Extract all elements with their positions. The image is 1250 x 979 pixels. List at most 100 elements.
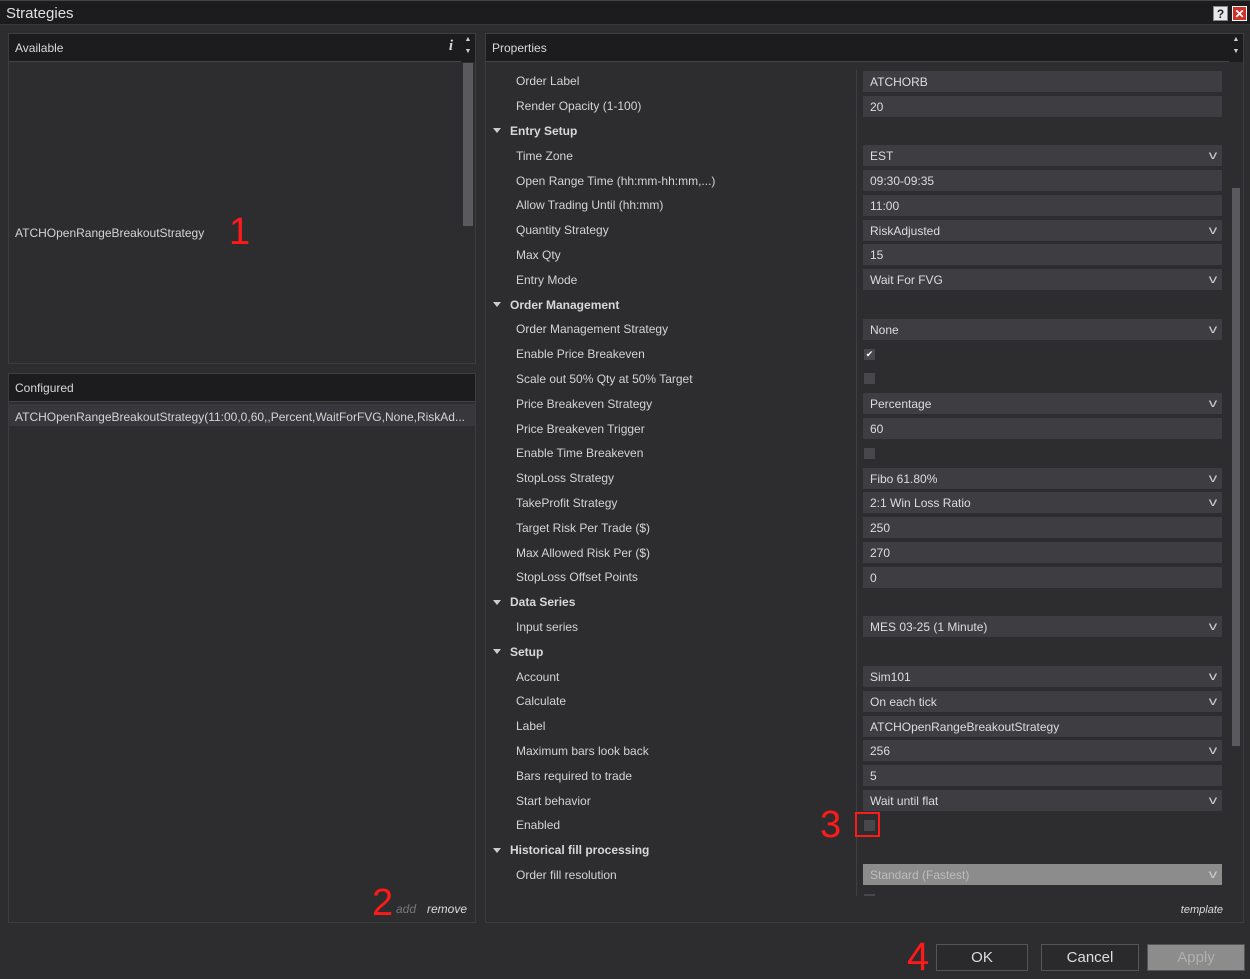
property-label: Price Breakeven Trigger <box>516 421 645 436</box>
property-row: Account Sim101 v <box>486 664 1223 689</box>
property-select[interactable]: Wait until flat v <box>863 790 1222 812</box>
property-input[interactable]: ATCHORB <box>863 70 1222 92</box>
property-input[interactable]: 15 <box>863 244 1222 266</box>
property-value: Fibo 61.80% <box>870 471 938 486</box>
property-value: Wait until flat <box>870 794 939 809</box>
property-value: 15 <box>870 248 884 263</box>
property-select[interactable]: Sim101 v <box>863 666 1222 688</box>
property-row: Max Qty 15 <box>486 243 1223 268</box>
property-select[interactable]: None v <box>863 318 1222 340</box>
property-value: 250 <box>870 521 891 536</box>
apply-button[interactable]: Apply <box>1147 944 1245 971</box>
property-label: Max Allowed Risk Per ($) <box>516 545 651 560</box>
property-row: Quantity Strategy RiskAdjusted v <box>486 218 1223 243</box>
property-checkbox[interactable] <box>864 373 875 385</box>
window-title: Strategies <box>6 5 74 22</box>
property-select[interactable]: MES 03-25 (1 Minute) v <box>863 616 1222 638</box>
chevron-down-icon: v <box>1208 321 1218 336</box>
property-checkbox[interactable] <box>864 447 875 459</box>
property-label: Order fill resolution <box>516 867 617 882</box>
property-input[interactable]: 60 <box>863 418 1222 440</box>
chevron-down-icon: v <box>1208 793 1218 808</box>
property-select[interactable]: Fibo 61.80% v <box>863 467 1222 489</box>
property-input[interactable]: 270 <box>863 542 1222 564</box>
property-checkbox[interactable] <box>864 894 875 896</box>
property-select[interactable]: RiskAdjusted v <box>863 219 1222 241</box>
property-label: Open Range Time (hh:mm-hh:mm,...) <box>516 173 716 188</box>
enabled-highlight <box>855 812 880 837</box>
property-row: Entry Mode Wait For FVG v <box>486 267 1223 292</box>
chevron-down-icon: v <box>1208 619 1218 634</box>
template-link[interactable]: template <box>1181 904 1223 916</box>
annotation-2: 2 <box>372 882 394 924</box>
property-input[interactable]: 20 <box>863 95 1222 117</box>
property-input[interactable]: ATCHOpenRangeBreakoutStrategy <box>863 715 1222 737</box>
scroll-arrows[interactable]: ▲ ▼ <box>461 34 475 62</box>
property-label: Start behavior <box>516 793 591 808</box>
property-row: TakeProfit Strategy 2:1 Win Loss Ratio v <box>486 491 1223 516</box>
property-row: Order fill resolution Standard (Fastest) v <box>486 863 1223 888</box>
chevron-down-icon: v <box>1208 470 1218 485</box>
ok-button[interactable]: OK <box>936 944 1028 971</box>
property-label: Account <box>516 669 560 684</box>
property-select[interactable]: Percentage v <box>863 393 1222 415</box>
collapse-triangle-icon[interactable] <box>493 599 501 605</box>
add-link[interactable]: add <box>396 902 416 916</box>
property-input[interactable]: 250 <box>863 517 1222 539</box>
property-value: 5 <box>870 769 877 784</box>
property-row: StopLoss Strategy Fibo 61.80% v <box>486 466 1223 491</box>
property-select[interactable]: 2:1 Win Loss Ratio v <box>863 492 1222 514</box>
annotation-1: 1 <box>229 211 251 253</box>
help-button[interactable]: ? <box>1213 6 1228 21</box>
property-value: MES 03-25 (1 Minute) <box>870 620 988 635</box>
category-label[interactable]: Historical fill processing <box>510 843 649 857</box>
property-select[interactable]: Standard (Fastest) v <box>863 864 1222 886</box>
cancel-button[interactable]: Cancel <box>1041 944 1139 971</box>
category-label[interactable]: Setup <box>510 645 543 659</box>
property-input[interactable]: 09:30-09:35 <box>863 170 1222 192</box>
close-button[interactable]: ✕ <box>1232 6 1247 21</box>
property-value: RiskAdjusted <box>870 223 941 238</box>
property-label: Order Label <box>516 74 580 89</box>
chevron-down-icon: v <box>1208 693 1218 708</box>
property-label: Time Zone <box>516 148 573 163</box>
category-row: Data Series <box>486 590 1223 615</box>
info-icon[interactable]: i <box>449 38 453 55</box>
collapse-triangle-icon[interactable] <box>493 128 501 134</box>
property-select[interactable]: On each tick v <box>863 690 1222 712</box>
property-label: Label <box>516 719 546 734</box>
available-scrollbar[interactable] <box>463 63 473 226</box>
configured-item[interactable]: ATCHOpenRangeBreakoutStrategy(11:00,0,60… <box>9 404 475 426</box>
category-label[interactable]: Order Management <box>510 298 619 312</box>
property-row: Calculate On each tick v <box>486 689 1223 714</box>
properties-header: Properties <box>486 34 1229 62</box>
collapse-triangle-icon[interactable] <box>493 847 501 853</box>
property-value: EST <box>870 149 894 164</box>
remove-link[interactable]: remove <box>427 902 467 916</box>
property-row: Price Breakeven Trigger 60 <box>486 416 1223 441</box>
property-select[interactable]: EST v <box>863 145 1222 167</box>
property-select[interactable]: Wait For FVG v <box>863 269 1222 291</box>
property-label: Bars required to trade <box>516 768 633 783</box>
available-panel: Available i ▲ ▼ ATCHOpenRangeBreakoutStra… <box>8 33 476 364</box>
property-label: StopLoss Strategy <box>516 471 615 486</box>
properties-scrollbar[interactable] <box>1232 188 1240 746</box>
category-label[interactable]: Entry Setup <box>510 124 577 138</box>
property-input[interactable]: 5 <box>863 765 1222 787</box>
chevron-down-icon: v <box>1208 669 1218 684</box>
property-label: Price Breakeven Strategy <box>516 396 653 411</box>
scroll-arrows[interactable]: ▲ ▼ <box>1229 34 1243 62</box>
property-row: Render Opacity (1-100) 20 <box>486 94 1223 119</box>
property-input[interactable]: 0 <box>863 566 1222 588</box>
property-select[interactable]: 256 v <box>863 740 1222 762</box>
property-value: 60 <box>870 422 884 437</box>
property-label: Input series <box>516 619 579 634</box>
property-input[interactable]: 11:00 <box>863 194 1222 216</box>
chevron-down-icon: v <box>1208 148 1218 163</box>
collapse-triangle-icon[interactable] <box>493 302 501 308</box>
collapse-triangle-icon[interactable] <box>493 649 501 655</box>
category-label[interactable]: Data Series <box>510 595 575 609</box>
available-item[interactable]: ATCHOpenRangeBreakoutStrategy <box>15 226 204 240</box>
property-checkbox[interactable]: ✔ <box>864 348 875 360</box>
property-row: Max Allowed Risk Per ($) 270 <box>486 540 1223 565</box>
